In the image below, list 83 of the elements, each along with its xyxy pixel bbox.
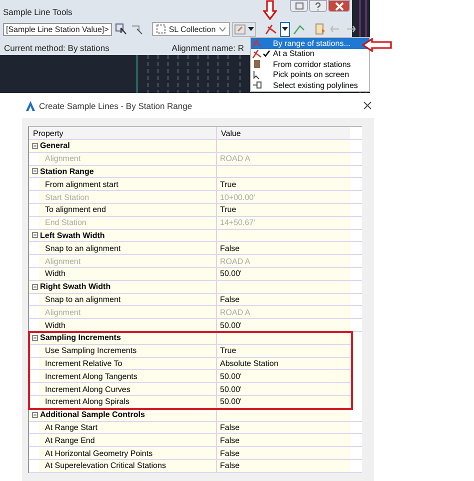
property-name: End Station (39, 216, 217, 229)
group-heading: Right Swath Width (40, 282, 111, 292)
menu-item[interactable]: By range of stations... (251, 38, 369, 48)
group-heading: Sampling Increments (40, 333, 121, 342)
property-value[interactable]: Absolute Station (217, 358, 350, 370)
sample-line-icon (252, 38, 262, 48)
property-value[interactable]: 50.00' (217, 383, 350, 395)
chevron-down-icon (218, 26, 226, 32)
property-name: To alignment end (39, 204, 217, 216)
property-value[interactable]: False (217, 422, 350, 434)
property-value[interactable]: False (217, 434, 350, 446)
collapse-icon[interactable] (32, 168, 38, 174)
caret-icon (248, 27, 254, 31)
property-name: At Range Start (39, 422, 217, 434)
sample-line-icon (252, 48, 262, 59)
group-heading: General (40, 141, 70, 150)
group-heading: Station Range (40, 166, 94, 176)
property-value[interactable]: True (217, 344, 350, 357)
collapse-icon[interactable] (32, 412, 38, 418)
property-name: From alignment start (39, 178, 217, 190)
polyline-icon (252, 80, 262, 90)
property-name: Start Station (39, 191, 217, 203)
collapse-icon[interactable] (32, 232, 38, 238)
property-name: At Superelevation Critical Stations (39, 460, 217, 472)
dropdown-value: SL Collection (168, 24, 216, 34)
method-dropdown-button[interactable] (280, 22, 290, 36)
property-value[interactable]: 50.00' (217, 396, 350, 408)
property-name: Alignment (39, 255, 217, 267)
column-header: Property (29, 127, 217, 139)
restore-button[interactable] (290, 0, 308, 12)
property-name: Use Sampling Increments (39, 344, 217, 357)
property-value[interactable]: False (217, 460, 350, 472)
property-name: Increment Relative To (39, 358, 217, 370)
property-value[interactable]: 50.00' (217, 319, 350, 331)
close-button[interactable] (361, 99, 374, 112)
frame-icon (234, 24, 246, 34)
property-value[interactable]: True (217, 178, 350, 190)
column-header: Value (217, 127, 350, 139)
station-field[interactable]: [Sample Line Station Value]> (3, 22, 112, 36)
property-name: Increment Along Curves (39, 383, 217, 395)
property-name: At Range End (39, 434, 217, 446)
help-icon (314, 2, 322, 10)
property-name: Increment Along Tangents (39, 370, 217, 382)
close-icon (334, 2, 344, 10)
status-text: Current method: By stations (4, 43, 110, 53)
menu-item[interactable]: At a Station (251, 48, 369, 59)
annotation-arrow (263, 0, 277, 20)
app-logo-icon (26, 100, 35, 110)
panel-title: Sample Line Tools (3, 7, 72, 17)
property-name: Increment Along Spirals (39, 396, 217, 408)
property-name: Alignment (39, 152, 217, 165)
group-heading: Additional Sample Controls (40, 410, 145, 420)
property-value[interactable]: 50.00' (217, 370, 350, 382)
property-value[interactable]: False (217, 294, 350, 306)
close-button[interactable] (328, 0, 350, 12)
collapse-icon[interactable] (32, 334, 38, 341)
menu-item[interactable]: Select existing polylines (251, 80, 369, 90)
property-value[interactable]: False (217, 242, 350, 254)
caret-icon (282, 27, 288, 31)
status-text: Alignment name: R (172, 43, 244, 53)
property-name: Snap to an alignment (39, 242, 217, 254)
property-value[interactable]: False (217, 447, 350, 459)
restore-icon (294, 2, 304, 10)
property-name: Width (39, 319, 217, 331)
collapse-icon[interactable] (32, 142, 38, 149)
property-name: At Horizontal Geometry Points (39, 447, 217, 459)
collection-button[interactable] (232, 22, 256, 36)
menu-item[interactable]: From corridor stations (251, 59, 369, 70)
property-value[interactable]: True (217, 204, 350, 216)
property-name: Snap to an alignment (39, 294, 217, 306)
collapse-icon[interactable] (32, 284, 38, 290)
dialog-title: Create Sample Lines - By Station Range (39, 100, 192, 110)
pick-station-button[interactable] (114, 22, 128, 36)
help-button[interactable] (309, 0, 327, 12)
property-value[interactable]: 50.00' (217, 268, 350, 280)
menu-item[interactable]: Pick points on screen (251, 70, 369, 80)
collection-dropdown[interactable]: SL Collection (152, 22, 230, 36)
property-name: Width (39, 268, 217, 280)
corridor-icon (252, 59, 262, 70)
collection-icon (156, 24, 166, 34)
sample-list-button[interactable] (314, 22, 327, 36)
property-name: Alignment (39, 306, 217, 318)
group-heading: Left Swath Width (40, 230, 105, 240)
